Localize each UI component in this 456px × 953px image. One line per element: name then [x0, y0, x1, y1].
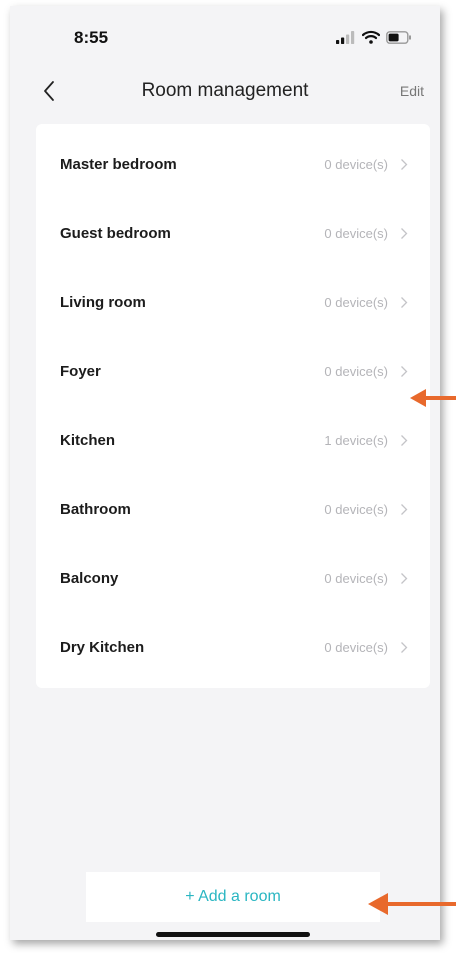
device-count: 0 device(s)	[324, 226, 388, 241]
page-title: Room management	[141, 80, 309, 101]
device-count: 0 device(s)	[324, 640, 388, 655]
room-name: Balcony	[60, 570, 119, 587]
device-count: 0 device(s)	[324, 502, 388, 517]
device-count: 0 device(s)	[324, 571, 388, 586]
room-row-dry-kitchen[interactable]: Dry Kitchen 0 device(s)	[36, 613, 430, 682]
room-row-bathroom[interactable]: Bathroom 0 device(s)	[36, 475, 430, 544]
chevron-right-icon	[401, 159, 408, 170]
annotation-arrow-icon	[410, 389, 456, 407]
device-count: 0 device(s)	[324, 295, 388, 310]
status-icons	[336, 30, 412, 44]
room-list: Master bedroom 0 device(s) Guest bedroom…	[36, 124, 430, 688]
chevron-right-icon	[401, 366, 408, 377]
chevron-right-icon	[401, 504, 408, 515]
room-name: Dry Kitchen	[60, 639, 145, 656]
chevron-right-icon	[401, 642, 408, 653]
room-name: Bathroom	[60, 501, 131, 518]
home-indicator	[156, 932, 310, 937]
room-row-kitchen[interactable]: Kitchen 1 device(s)	[36, 406, 430, 475]
room-row-master-bedroom[interactable]: Master bedroom 0 device(s)	[36, 130, 430, 199]
room-row-foyer[interactable]: Foyer 0 device(s)	[36, 337, 430, 406]
chevron-right-icon	[401, 435, 408, 446]
chevron-right-icon	[401, 297, 408, 308]
device-count: 1 device(s)	[324, 433, 388, 448]
battery-icon	[386, 30, 411, 44]
room-name: Foyer	[60, 363, 101, 380]
wifi-icon	[362, 30, 380, 44]
chevron-right-icon	[401, 573, 408, 584]
phone-screen: 8:55 Room management Edit Master bedroom…	[10, 6, 440, 940]
status-time: 8:55	[74, 28, 109, 47]
room-name: Kitchen	[60, 432, 116, 449]
nav-bar: Room management Edit	[10, 66, 440, 118]
add-room-button[interactable]: + Add a room	[86, 872, 380, 922]
device-count: 0 device(s)	[324, 364, 388, 379]
device-count: 0 device(s)	[324, 157, 388, 172]
status-bar: 8:55	[10, 6, 440, 66]
room-row-guest-bedroom[interactable]: Guest bedroom 0 device(s)	[36, 199, 430, 268]
chevron-right-icon	[401, 228, 408, 239]
edit-button[interactable]: Edit	[400, 83, 424, 99]
room-row-balcony[interactable]: Balcony 0 device(s)	[36, 544, 430, 613]
room-name: Master bedroom	[60, 156, 177, 173]
room-name: Living room	[60, 294, 146, 311]
annotation-arrow-icon	[368, 893, 456, 915]
room-name: Guest bedroom	[60, 225, 171, 242]
room-row-living-room[interactable]: Living room 0 device(s)	[36, 268, 430, 337]
cellular-signal-icon	[336, 30, 355, 44]
